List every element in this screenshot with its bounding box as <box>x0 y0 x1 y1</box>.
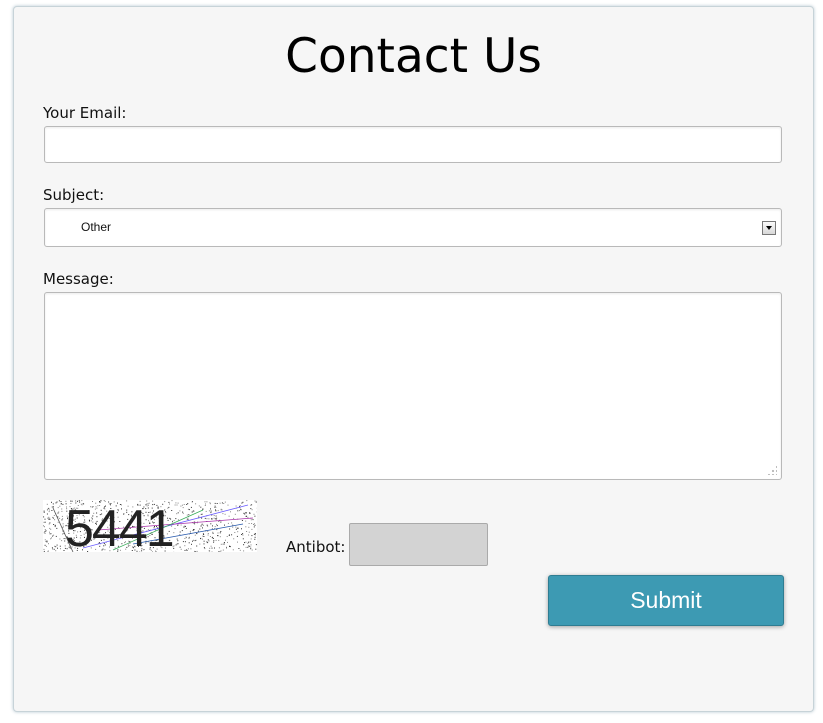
message-label: Message: <box>43 270 114 288</box>
antibot-label: Antibot: <box>286 538 346 556</box>
message-textarea[interactable] <box>44 292 782 480</box>
contact-form-panel: Contact Us Your Email: Subject: Other Me… <box>13 6 814 712</box>
subject-selected-value: Other <box>81 220 112 234</box>
captcha-image: 5441 <box>43 500 258 558</box>
submit-button[interactable]: Submit <box>548 575 784 626</box>
subject-label: Subject: <box>43 186 105 204</box>
captcha-text: 5441 <box>65 500 173 552</box>
subject-select[interactable]: Other <box>44 208 782 247</box>
email-label: Your Email: <box>43 104 127 122</box>
page-title: Contact Us <box>285 29 542 84</box>
dropdown-arrow-icon[interactable] <box>762 221 776 235</box>
antibot-input[interactable] <box>349 523 488 566</box>
email-field[interactable] <box>44 126 782 163</box>
resize-handle-icon[interactable] <box>767 465 777 475</box>
